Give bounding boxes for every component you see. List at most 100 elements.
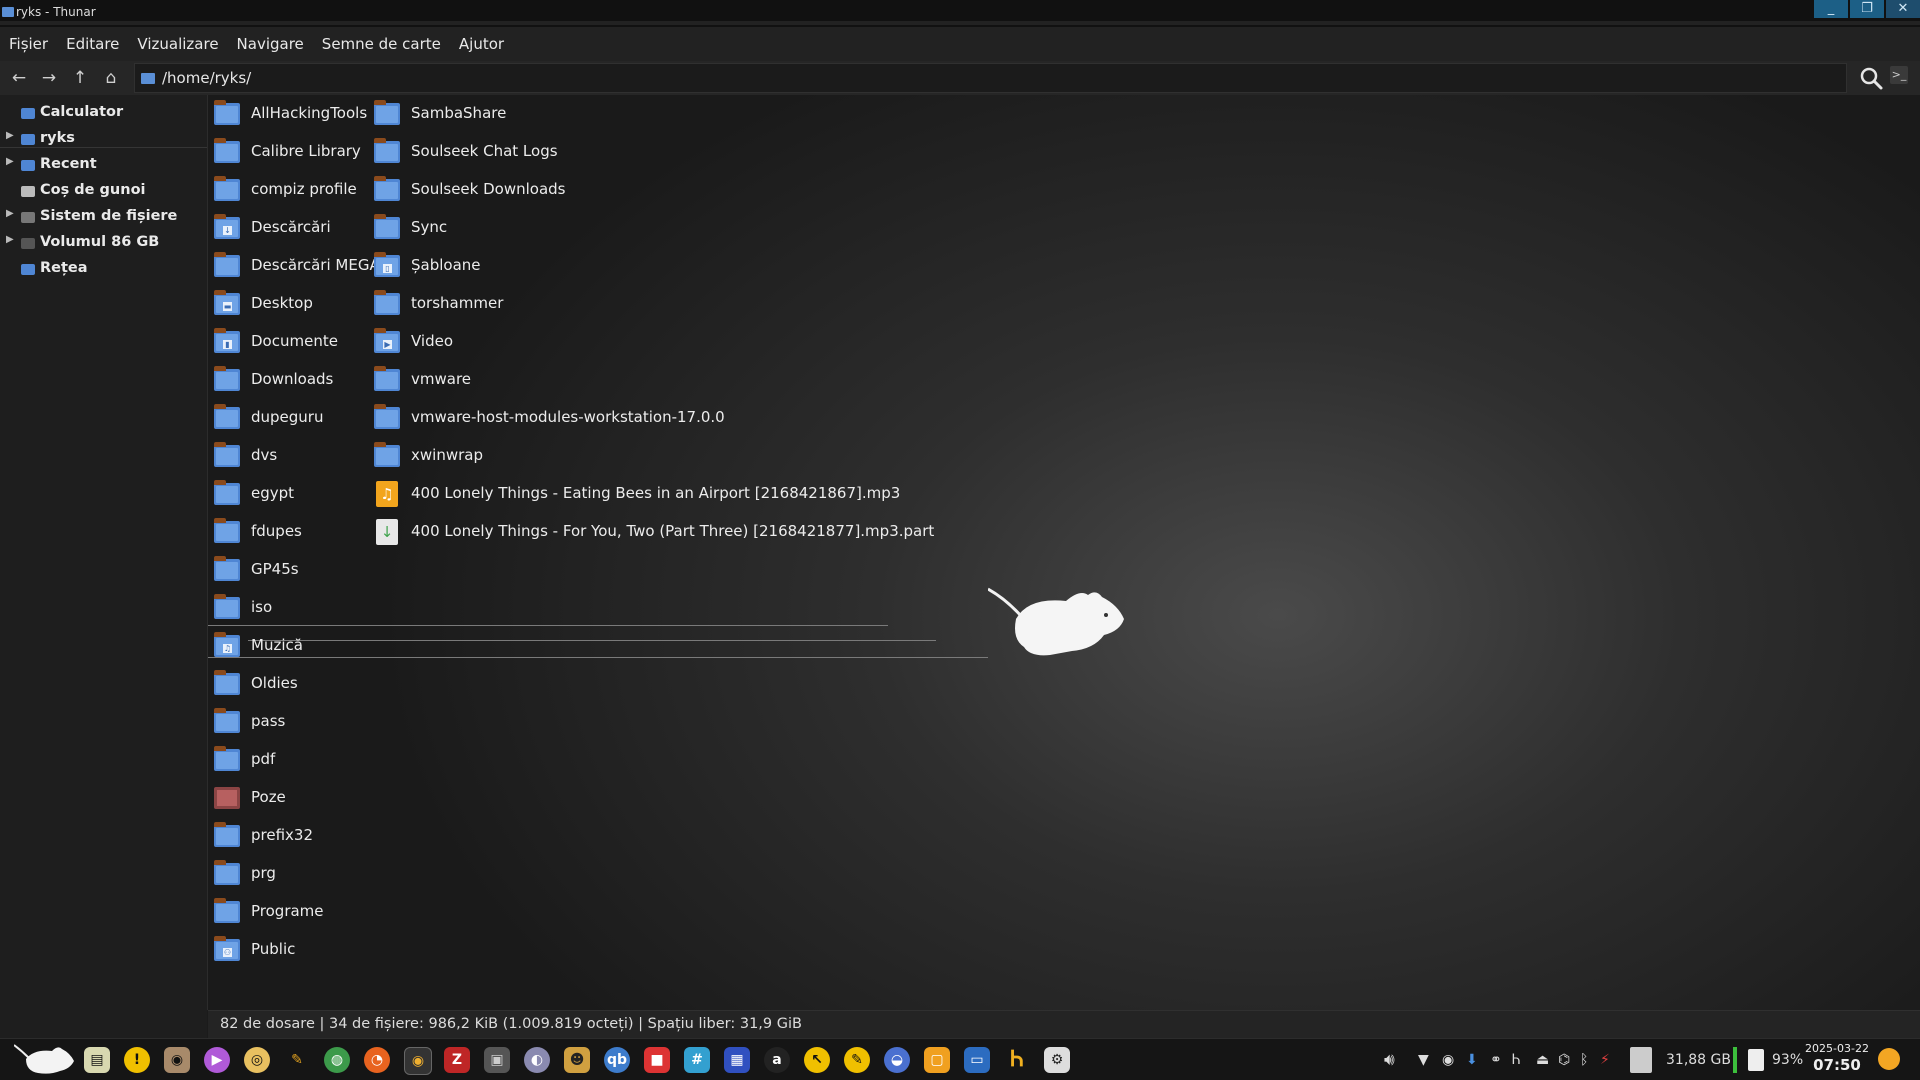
file-name: Descărcări MEGA [251,256,380,274]
file-name: Programe [251,902,324,920]
sidebar-item[interactable]: Coș de gunoi [0,178,207,204]
search-icon[interactable] [1858,65,1884,91]
file-manager-taskbar-icon[interactable]: ▤ [84,1047,110,1073]
file-name: Video [411,332,454,350]
download-tray-icon[interactable]: ⬇ [1466,1047,1478,1073]
slides-icon[interactable]: ▢ [924,1047,950,1073]
messenger-icon[interactable]: ◒ [884,1047,910,1073]
file-name: pass [251,712,286,730]
wifi-icon[interactable]: ▼ [1418,1047,1429,1073]
folder-icon [214,594,240,619]
whisker-menu-mouse-icon[interactable] [14,1043,78,1077]
sidebar-item[interactable]: ▶ ryks [0,126,207,152]
file-view[interactable]: AllHackingTools Calibre Library compiz pro… [208,95,1920,1010]
back-arrow-icon[interactable]: ← [8,67,30,89]
expander-arrow-icon[interactable]: ▶ [6,234,14,245]
sidebar-item-label: ryks [40,130,75,146]
amazon-icon[interactable]: a [764,1047,790,1073]
sidebar-item-label: Sistem de fișiere [40,208,178,224]
gimp-icon[interactable]: ◉ [164,1047,190,1073]
slack-icon[interactable]: # [684,1047,710,1073]
firefox-icon[interactable]: ◔ [364,1047,390,1073]
qbittorrent-icon[interactable]: qb [604,1047,630,1073]
folder-icon [214,442,240,467]
sidebar-item[interactable]: Calculator [0,100,207,126]
menu-item[interactable]: Fișier [9,35,48,53]
chrome-icon[interactable]: ◍ [324,1047,350,1073]
menu-item[interactable]: Navigare [237,35,304,53]
maximize-button[interactable]: ❐ [1850,0,1884,18]
laptop-icon[interactable]: ▭ [964,1047,990,1073]
close-button[interactable]: ✕ [1886,0,1920,18]
audio-file-icon: ♫ [376,481,398,507]
record-app-icon[interactable]: ◐ [524,1047,550,1073]
sidebar-item-label: Volumul 86 GB [40,234,160,250]
file-name: Poze [251,788,286,806]
alert-tray-icon[interactable]: ⚡ [1600,1047,1610,1073]
menu-item[interactable]: Vizualizare [137,35,218,53]
sidebar-item-label: Recent [40,156,97,172]
link-tray-icon[interactable]: ⚭ [1490,1047,1502,1073]
obs-studio-icon[interactable]: ◉ [404,1047,432,1075]
expander-arrow-icon[interactable]: ▶ [6,130,14,141]
weather-sun-icon[interactable] [1878,1048,1900,1070]
menu-item[interactable]: Ajutor [459,35,504,53]
notes-app-icon[interactable]: Ꮒ [1004,1047,1030,1073]
recent-icon [21,160,35,171]
menu-item[interactable]: Editare [66,35,119,53]
location-bar[interactable]: /home/ryks/ [134,63,1847,93]
pictures-folder-icon [214,787,240,809]
battery-icon[interactable] [1748,1049,1764,1071]
file-name: 400 Lonely Things - Eating Bees in an Ai… [411,484,901,502]
cursor-app-icon[interactable]: ↖ [804,1047,830,1073]
minimize-button[interactable]: _ [1814,0,1848,18]
filesystem-icon [21,212,35,223]
up-arrow-icon[interactable]: ↑ [69,67,91,89]
folder-icon: ▬ [214,290,240,315]
home-icon[interactable]: ⌂ [100,67,122,89]
media-player-icon[interactable]: ▶ [204,1047,230,1073]
expander-arrow-icon[interactable]: ▶ [6,156,14,167]
settings-gear-icon[interactable]: ⚙ [1044,1047,1070,1073]
screen-recorder-icon[interactable]: ■ [644,1047,670,1073]
file-name: xwinwrap [411,446,483,464]
file-name: egypt [251,484,295,502]
render-artifact-line [208,625,888,626]
menu-item[interactable]: Semne de carte [322,35,441,53]
sync-tray-icon[interactable]: ◉ [1442,1047,1454,1073]
forward-arrow-icon[interactable]: → [38,67,60,89]
disc-burner-icon[interactable]: ◎ [244,1047,270,1073]
expander-arrow-icon[interactable]: ▶ [6,208,14,219]
tor-browser-icon[interactable]: ☻ [564,1047,590,1073]
sidebar-item[interactable]: ▶ Sistem de fișiere [0,204,207,230]
filezilla-icon[interactable]: Z [444,1047,470,1073]
bluetooth-icon[interactable]: ᛒ [1580,1047,1588,1073]
sidebar-status-area [0,1010,207,1038]
window-titlebar: ryks - Thunar _ ❐ ✕ [0,0,1920,47]
sidebar-item[interactable]: ▶ Recent [0,152,207,178]
sidebar-item[interactable]: Rețea [0,256,207,282]
notes-tray-icon[interactable]: Ꮒ [1512,1047,1520,1073]
calculator-icon[interactable]: ▦ [724,1047,750,1073]
folder-icon [374,366,400,391]
folder-icon [214,670,240,695]
volume-icon[interactable]: 🔊︎ [1384,1047,1395,1073]
clock[interactable]: 2025-03-22 07:50 [1805,1042,1869,1074]
pencil-app-icon[interactable]: ✎ [844,1047,870,1073]
warning-app-icon[interactable]: ! [124,1047,150,1073]
file-name: compiz profile [251,180,357,198]
video-editor-icon[interactable]: ▣ [484,1047,510,1073]
disk-usage-icon[interactable] [1630,1047,1652,1073]
file-name: Soulseek Chat Logs [411,142,558,160]
file-name: SambaShare [411,104,507,122]
sidebar: Calculator ▶ ryks ▶ Recent Coș de gunoi ▶ Siste… [0,95,208,1010]
broom-cleaner-icon[interactable]: ✎ [284,1047,310,1073]
folder-icon [374,290,400,315]
file-name: torshammer [411,294,504,312]
eject-icon[interactable]: ⏏ [1536,1047,1549,1073]
dropbox-icon[interactable]: ⌬ [1558,1047,1570,1073]
file-name: Șabloane [411,256,481,274]
sidebar-item[interactable]: ▶ Volumul 86 GB [0,230,207,256]
terminal-icon[interactable]: >_ [1890,66,1908,84]
file-name: iso [251,598,273,616]
